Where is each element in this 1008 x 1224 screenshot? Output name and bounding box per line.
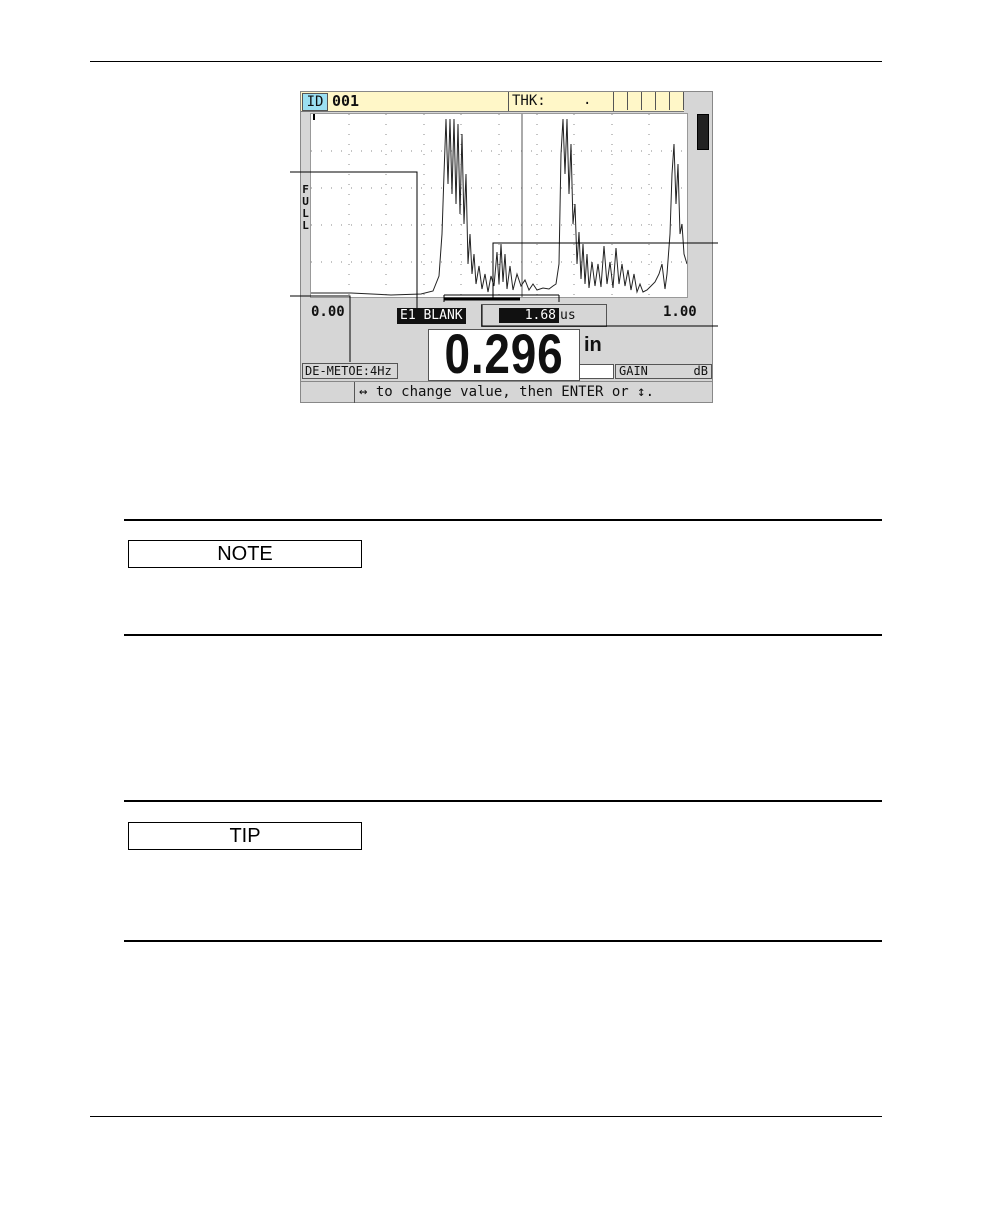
mode-box: DE-METOE:4Hz — [302, 363, 398, 379]
thk-value: . — [583, 92, 592, 108]
flag-cell — [670, 92, 684, 110]
x-axis-min: 0.00 — [311, 304, 345, 320]
help-divider — [354, 382, 355, 403]
note-top-rule — [124, 519, 882, 521]
range-label-letter: L — [302, 219, 309, 232]
gain-unit: dB — [693, 364, 708, 378]
blank-unit: us — [560, 308, 576, 323]
gain-label: GAIN — [619, 364, 648, 378]
blank-value[interactable]: 1.68 — [499, 308, 559, 323]
tip-badge: TIP — [128, 822, 362, 850]
flag-cell — [614, 92, 628, 110]
waveform-display — [310, 113, 688, 298]
help-text: ↔ to change value, then ENTER or ↕. — [359, 384, 655, 400]
thickness-unit: in — [584, 334, 602, 356]
x-axis-max: 1.00 — [663, 304, 697, 320]
flag-cell — [642, 92, 656, 110]
id-bar: ID 001 THK: . — [301, 92, 684, 112]
flag-cell — [628, 92, 642, 110]
thickness-value: 0.296 — [444, 322, 564, 385]
range-label: FULL — [301, 184, 310, 232]
mode-label: DE-METOE:4Hz — [305, 364, 392, 378]
echo-waveform — [311, 118, 687, 296]
thk-label: THK: — [512, 93, 546, 109]
help-bar: ↔ to change value, then ENTER or ↕. — [301, 381, 712, 403]
note-badge: NOTE — [128, 540, 362, 568]
id-value: 001 — [332, 92, 360, 110]
footer-rule — [90, 1116, 882, 1117]
status-box — [579, 364, 614, 379]
instrument-screen: ID 001 THK: . FULL 0.00 1.00 E1 BLANK 1.… — [300, 91, 713, 403]
tip-top-rule — [124, 800, 882, 802]
battery-icon — [697, 114, 709, 150]
flag-cell — [656, 92, 670, 110]
header-rule — [90, 61, 882, 62]
grid — [311, 114, 687, 297]
thk-box: THK: . — [508, 92, 614, 111]
tip-bottom-rule — [124, 940, 882, 942]
gain-box: GAIN dB — [615, 364, 712, 379]
note-bottom-rule — [124, 634, 882, 636]
id-label[interactable]: ID — [302, 93, 328, 111]
thickness-readout: 0.296 — [428, 324, 580, 384]
